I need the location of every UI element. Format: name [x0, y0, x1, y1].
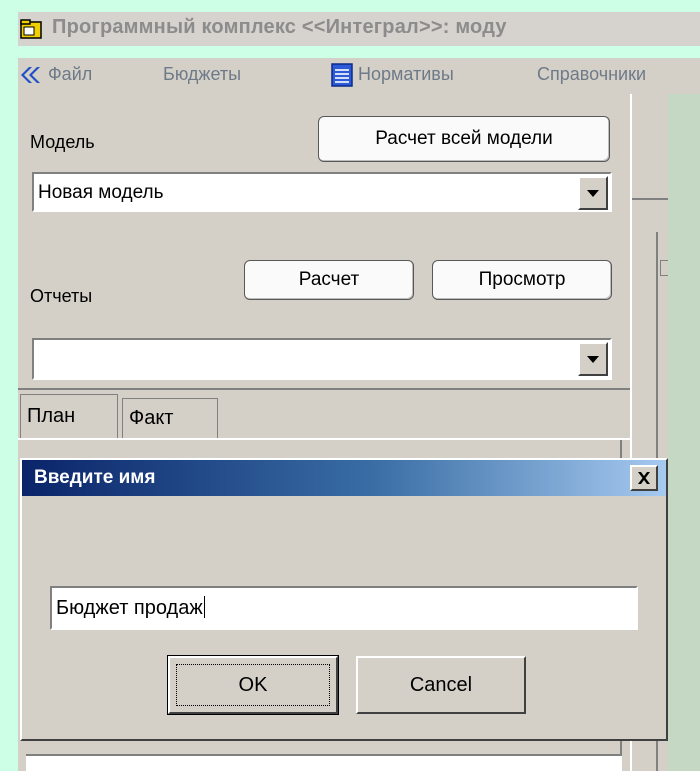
calc-all-model-button[interactable]: Расчет всей модели [318, 116, 610, 162]
tab-fact[interactable]: Факт [122, 398, 218, 438]
name-input[interactable]: Бюджет продаж [50, 586, 638, 630]
window-title: Программный комплекс <<Интеграл>>: моду [52, 16, 507, 38]
model-label: Модель [30, 132, 95, 152]
reports-select[interactable] [32, 338, 612, 380]
ok-button-label: OK [238, 673, 268, 696]
name-input-value: Бюджет продаж [56, 597, 203, 619]
chevron-down-icon[interactable] [578, 176, 608, 210]
document-list-icon [331, 63, 353, 87]
tab-strip-line [18, 438, 630, 440]
folder-app-icon [20, 19, 42, 39]
chevron-down-icon[interactable] [578, 342, 608, 376]
double-chevron-left-icon[interactable] [18, 63, 42, 87]
window-title-bar[interactable]: Программный комплекс <<Интеграл>>: моду [18, 12, 700, 46]
calc-button[interactable]: Расчет [244, 260, 414, 300]
tab-plan[interactable]: План [20, 394, 118, 438]
menu-item-file[interactable]: Файл [48, 64, 92, 85]
tab-fact-label: Факт [129, 407, 174, 429]
cancel-button[interactable]: Cancel [356, 656, 526, 714]
menu-item-normativy[interactable]: Нормативы [358, 64, 454, 85]
menu-item-budgets[interactable]: Бюджеты [163, 64, 241, 85]
ok-button[interactable]: OK [167, 655, 339, 715]
section-divider [18, 388, 630, 390]
model-select-value: Новая модель [38, 182, 164, 203]
view-button[interactable]: Просмотр [432, 260, 612, 300]
close-icon[interactable] [630, 465, 658, 491]
enter-name-dialog: Введите имя Бюджет продаж OK Cancel [20, 458, 668, 741]
model-select[interactable]: Новая модель [32, 172, 612, 212]
menu-item-spravochniki[interactable]: Справочники [537, 64, 646, 85]
reports-label: Отчеты [30, 286, 93, 306]
tab-plan-label: План [27, 405, 76, 427]
menu-bar: Файл Бюджеты Нормативы Справочники [18, 58, 700, 94]
dialog-title: Введите имя [34, 467, 156, 488]
tab-page-content [26, 754, 622, 771]
text-caret [203, 596, 205, 618]
window-edge-strip [668, 94, 700, 771]
cancel-button-label: Cancel [409, 673, 473, 696]
dialog-title-bar[interactable]: Введите имя [22, 460, 666, 496]
